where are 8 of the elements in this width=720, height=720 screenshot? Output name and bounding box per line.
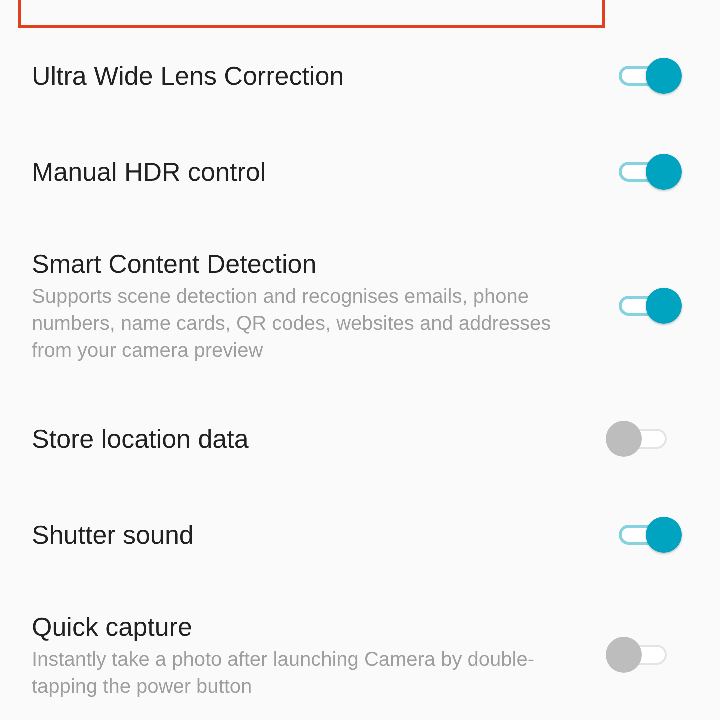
setting-title: Shutter sound — [32, 519, 194, 552]
setting-description: Supports scene detection and recognises emails, phone numbers, name cards, QR codes, websites and addresses from your camera preview — [32, 285, 552, 364]
setting-title: Ultra Wide Lens Correction — [32, 60, 344, 93]
setting-description: Instantly take a photo after launching Camera by double-tapping the power button — [32, 648, 536, 700]
setting-title: Quick capture — [32, 611, 194, 644]
setting-title: Store location data — [32, 423, 249, 456]
setting-title: Manual HDR control — [32, 156, 266, 189]
setting-title: Smart Content Detection — [32, 248, 318, 281]
